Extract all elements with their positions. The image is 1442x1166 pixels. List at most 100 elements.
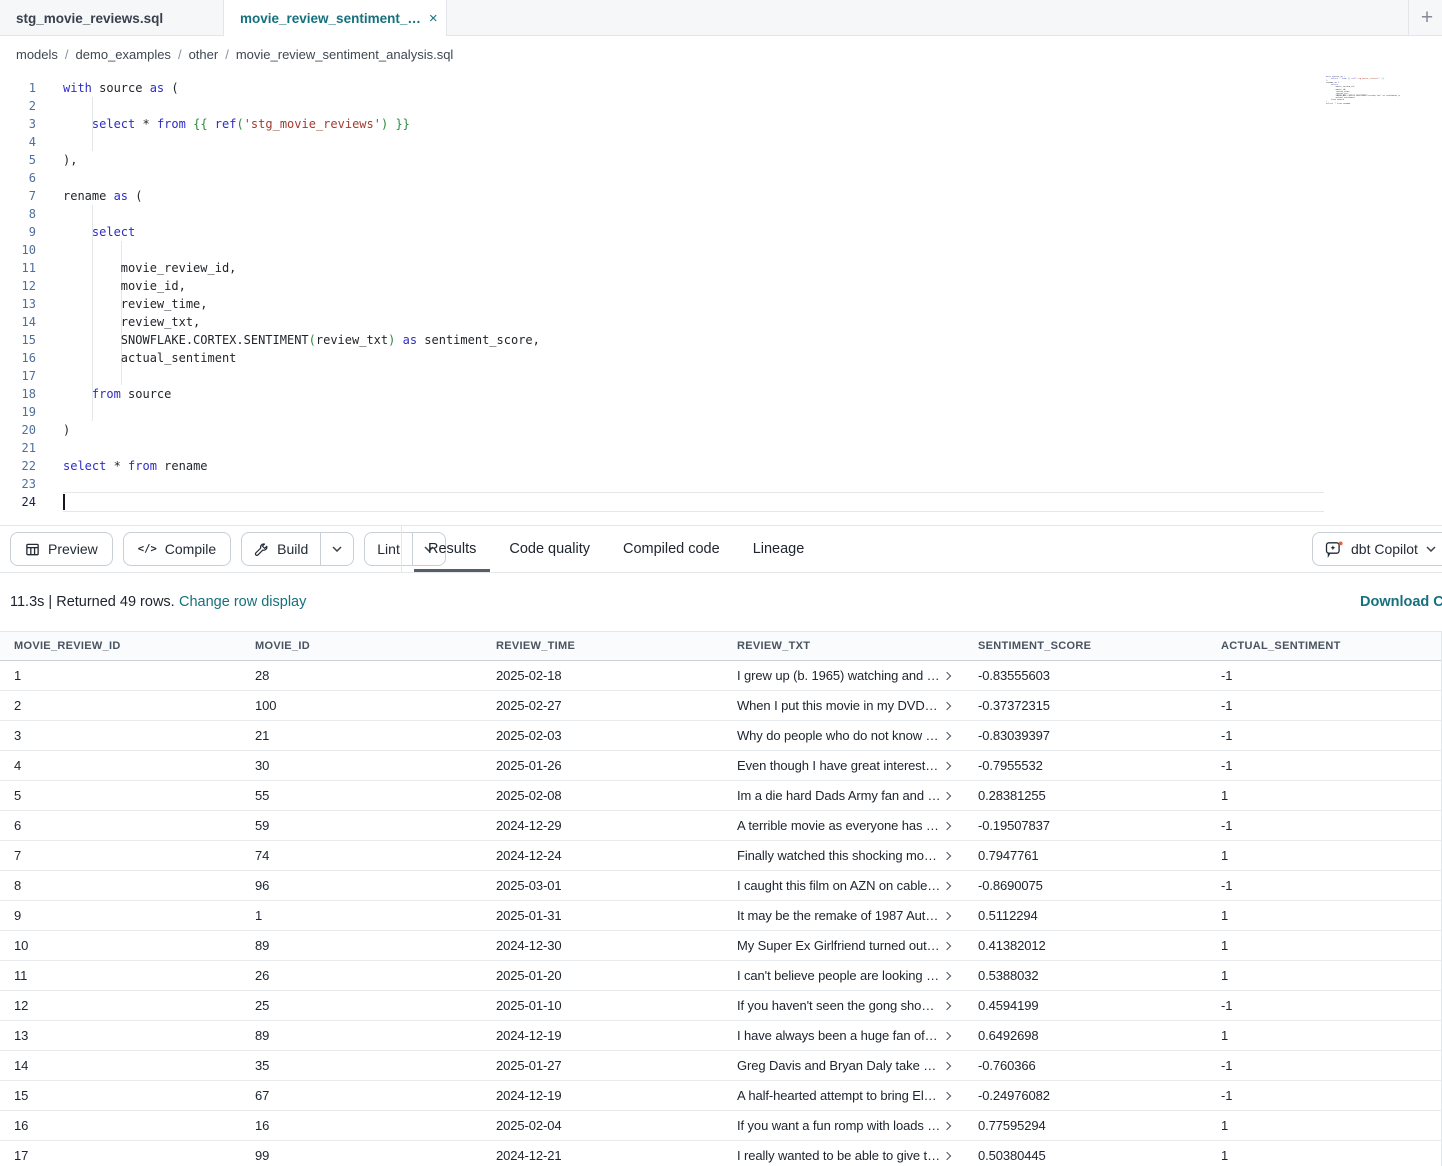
table-cell: 21 [255, 728, 496, 743]
table-cell: -1 [1221, 1088, 1441, 1103]
expand-cell-icon[interactable] [943, 731, 951, 739]
expand-cell-icon[interactable] [943, 911, 951, 919]
column-header-actual-sentiment: ACTUAL_SENTIMENT [1221, 640, 1441, 652]
expand-cell-icon[interactable] [943, 1151, 951, 1159]
table-row: 4302025-01-26Even though I have great in… [0, 751, 1441, 781]
review-text: I caught this film on AZN on cable. It s… [737, 878, 941, 893]
table-cell: 1 [1221, 908, 1441, 923]
expand-cell-icon[interactable] [943, 701, 951, 709]
expand-cell-icon[interactable] [943, 791, 951, 799]
table-cell: 16 [14, 1118, 255, 1133]
column-header-movie-review-id: MOVIE_REVIEW_ID [14, 640, 255, 652]
table-cell: If you haven't seen the gong show TV s… [737, 998, 978, 1013]
table-cell: 13 [14, 1028, 255, 1043]
table-cell: 0.6492698 [978, 1028, 1221, 1043]
preview-button[interactable]: Preview [10, 532, 113, 566]
table-cell: 6 [14, 818, 255, 833]
build-button[interactable]: Build [242, 533, 321, 565]
table-cell: 74 [255, 848, 496, 863]
table-cell: 2024-12-21 [496, 1148, 737, 1163]
tab-label: stg_movie_reviews.sql [16, 11, 163, 26]
expand-cell-icon[interactable] [943, 1091, 951, 1099]
review-text: Even though I have great interest in Bi… [737, 758, 941, 773]
table-cell: 2 [14, 698, 255, 713]
table-cell: 2025-02-08 [496, 788, 737, 803]
table-cell: I have always been a huge fan of "Hom… [737, 1028, 978, 1043]
table-row: 1282025-02-18I grew up (b. 1965) watchin… [0, 661, 1441, 691]
review-text: I grew up (b. 1965) watching and lovin… [737, 668, 941, 683]
table-cell: 89 [255, 938, 496, 953]
expand-cell-icon[interactable] [943, 971, 951, 979]
expand-cell-icon[interactable] [943, 821, 951, 829]
table-cell: 25 [255, 998, 496, 1013]
table-row: 15672024-12-19A half-hearted attempt to … [0, 1081, 1441, 1111]
tab-movie-review-sentiment[interactable]: movie_review_sentiment_… × [223, 0, 447, 37]
review-text: If you haven't seen the gong show TV s… [737, 998, 941, 1013]
table-row: 21002025-02-27When I put this movie in m… [0, 691, 1441, 721]
table-cell: 14 [14, 1058, 255, 1073]
tab-code-quality[interactable]: Code quality [495, 526, 604, 572]
table-row: 6592024-12-29A terrible movie as everyon… [0, 811, 1441, 841]
expand-cell-icon[interactable] [943, 761, 951, 769]
table-cell: 2025-01-31 [496, 908, 737, 923]
table-cell: -0.19507837 [978, 818, 1221, 833]
table-cell: 1 [1221, 788, 1441, 803]
build-label: Build [277, 541, 308, 557]
expand-cell-icon[interactable] [943, 1031, 951, 1039]
table-row: 11262025-01-20I can't believe people are… [0, 961, 1441, 991]
table-cell: 1 [1221, 1118, 1441, 1133]
expand-cell-icon[interactable] [943, 941, 951, 949]
table-cell: 30 [255, 758, 496, 773]
expand-cell-icon[interactable] [943, 1121, 951, 1129]
dbt-copilot-button[interactable]: dbt Copilot [1312, 532, 1442, 566]
tab-lineage[interactable]: Lineage [739, 526, 819, 572]
download-csv-link[interactable]: Download CSV [1360, 573, 1442, 631]
build-dropdown-button[interactable] [321, 533, 353, 565]
minimap[interactable]: with source as ( select * from {{ ref('s… [1326, 76, 1400, 105]
tab-stg-movie-reviews[interactable]: stg_movie_reviews.sql [0, 0, 223, 36]
table-row: 5552025-02-08Im a die hard Dads Army fan… [0, 781, 1441, 811]
table-row: 7742024-12-24Finally watched this shocki… [0, 841, 1441, 871]
close-tab-icon[interactable]: × [429, 10, 438, 27]
table-cell: -1 [1221, 698, 1441, 713]
new-tab-button[interactable]: + [1412, 0, 1442, 35]
tab-compiled-code[interactable]: Compiled code [609, 526, 734, 572]
compile-button[interactable]: </> Compile [123, 532, 231, 566]
table-cell: Why do people who do not know what… [737, 728, 978, 743]
table-cell: 0.5112294 [978, 908, 1221, 923]
table-cell: A terrible movie as everyone has said. … [737, 818, 978, 833]
review-text: If you want a fun romp with loads of s… [737, 1118, 941, 1133]
editor-tab-bar: stg_movie_reviews.sql movie_review_senti… [0, 0, 1442, 36]
table-cell: It may be the remake of 1987 Autumn'… [737, 908, 978, 923]
wrench-icon [254, 542, 269, 557]
table-cell: 1 [255, 908, 496, 923]
expand-cell-icon[interactable] [943, 851, 951, 859]
lint-button[interactable]: Lint [365, 533, 413, 565]
table-cell: -0.83039397 [978, 728, 1221, 743]
table-cell: When I put this movie in my DVD playe… [737, 698, 978, 713]
line-numbers: 123456789101112131415161718192021222324 [0, 79, 36, 511]
change-row-display-link[interactable]: Change row display [179, 573, 306, 631]
review-text: A half-hearted attempt to bring Elvis P… [737, 1088, 941, 1103]
table-cell: 67 [255, 1088, 496, 1103]
table-cell: I grew up (b. 1965) watching and lovin… [737, 668, 978, 683]
review-text: A terrible movie as everyone has said. … [737, 818, 941, 833]
table-cell: 2025-01-27 [496, 1058, 737, 1073]
table-cell: 0.50380445 [978, 1148, 1221, 1163]
expand-cell-icon[interactable] [943, 1061, 951, 1069]
query-summary: 11.3s | Returned 49 rows. [10, 573, 175, 631]
table-cell: -1 [1221, 998, 1441, 1013]
table-cell: -0.7955532 [978, 758, 1221, 773]
table-cell: -0.24976082 [978, 1088, 1221, 1103]
expand-cell-icon[interactable] [943, 671, 951, 679]
table-cell: 1 [1221, 848, 1441, 863]
table-cell: 0.28381255 [978, 788, 1221, 803]
code-lines[interactable]: with source as ( select * from {{ ref('s… [63, 79, 1324, 511]
review-text: It may be the remake of 1987 Autumn'… [737, 908, 941, 923]
compile-label: Compile [165, 541, 216, 557]
tab-results[interactable]: Results [414, 526, 490, 572]
breadcrumb-segment: demo_examples [76, 47, 171, 62]
expand-cell-icon[interactable] [943, 1001, 951, 1009]
expand-cell-icon[interactable] [943, 881, 951, 889]
table-cell: -1 [1221, 818, 1441, 833]
